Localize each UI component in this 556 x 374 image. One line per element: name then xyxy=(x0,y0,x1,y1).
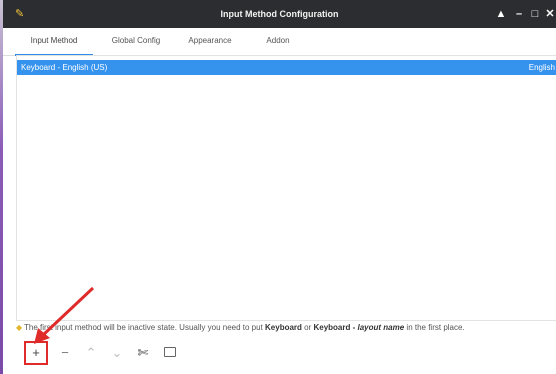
list-item[interactable]: Keyboard - English (US) English xyxy=(17,60,556,75)
input-method-config-window: ✎ Input Method Configuration ▲ – □ ✕ Inp… xyxy=(3,0,556,374)
maximize-button[interactable]: □ xyxy=(528,6,542,22)
input-method-list[interactable]: Keyboard - English (US) English xyxy=(16,55,556,321)
add-input-method-button[interactable]: + xyxy=(24,341,48,365)
tab-global-config[interactable]: Global Config xyxy=(101,28,171,54)
input-method-name: Keyboard - English (US) xyxy=(21,63,108,72)
title-bar[interactable]: ✎ Input Method Configuration ▲ – □ ✕ xyxy=(3,0,556,28)
info-text-mid: or xyxy=(301,323,314,332)
keyboard-layout-icon xyxy=(164,347,176,357)
minimize-button[interactable]: – xyxy=(512,6,526,22)
info-message: ◆ The first input method will be inactive… xyxy=(16,321,556,335)
info-icon: ◆ xyxy=(16,323,23,332)
tools-icon: ✄ xyxy=(137,345,149,360)
info-layout-name: layout name xyxy=(357,323,405,332)
input-method-language: English xyxy=(528,63,555,72)
tab-addon[interactable]: Addon xyxy=(253,28,303,54)
tab-appearance[interactable]: Appearance xyxy=(175,28,245,54)
close-button[interactable]: ✕ xyxy=(543,6,556,22)
info-keyword-layout: Keyboard - xyxy=(313,323,358,332)
info-text: The first input method will be inactive … xyxy=(24,323,266,332)
move-down-button[interactable]: ⌄ xyxy=(105,341,129,365)
keep-above-button[interactable]: ▲ xyxy=(494,6,508,22)
tab-input-method[interactable]: Input Method xyxy=(15,28,93,56)
configure-button[interactable]: ✄ xyxy=(131,341,155,365)
bottom-toolbar: + − ⌃ ⌄ ✄ xyxy=(16,339,556,367)
move-up-button[interactable]: ⌃ xyxy=(79,341,103,365)
info-text-end: in the first place. xyxy=(404,323,465,332)
remove-input-method-button[interactable]: − xyxy=(53,341,77,365)
window-title: Input Method Configuration xyxy=(220,9,339,19)
tab-bar: Input Method Global Config Appearance Ad… xyxy=(3,28,556,56)
info-keyword: Keyboard xyxy=(265,323,302,332)
keyboard-layout-button[interactable] xyxy=(158,341,182,365)
